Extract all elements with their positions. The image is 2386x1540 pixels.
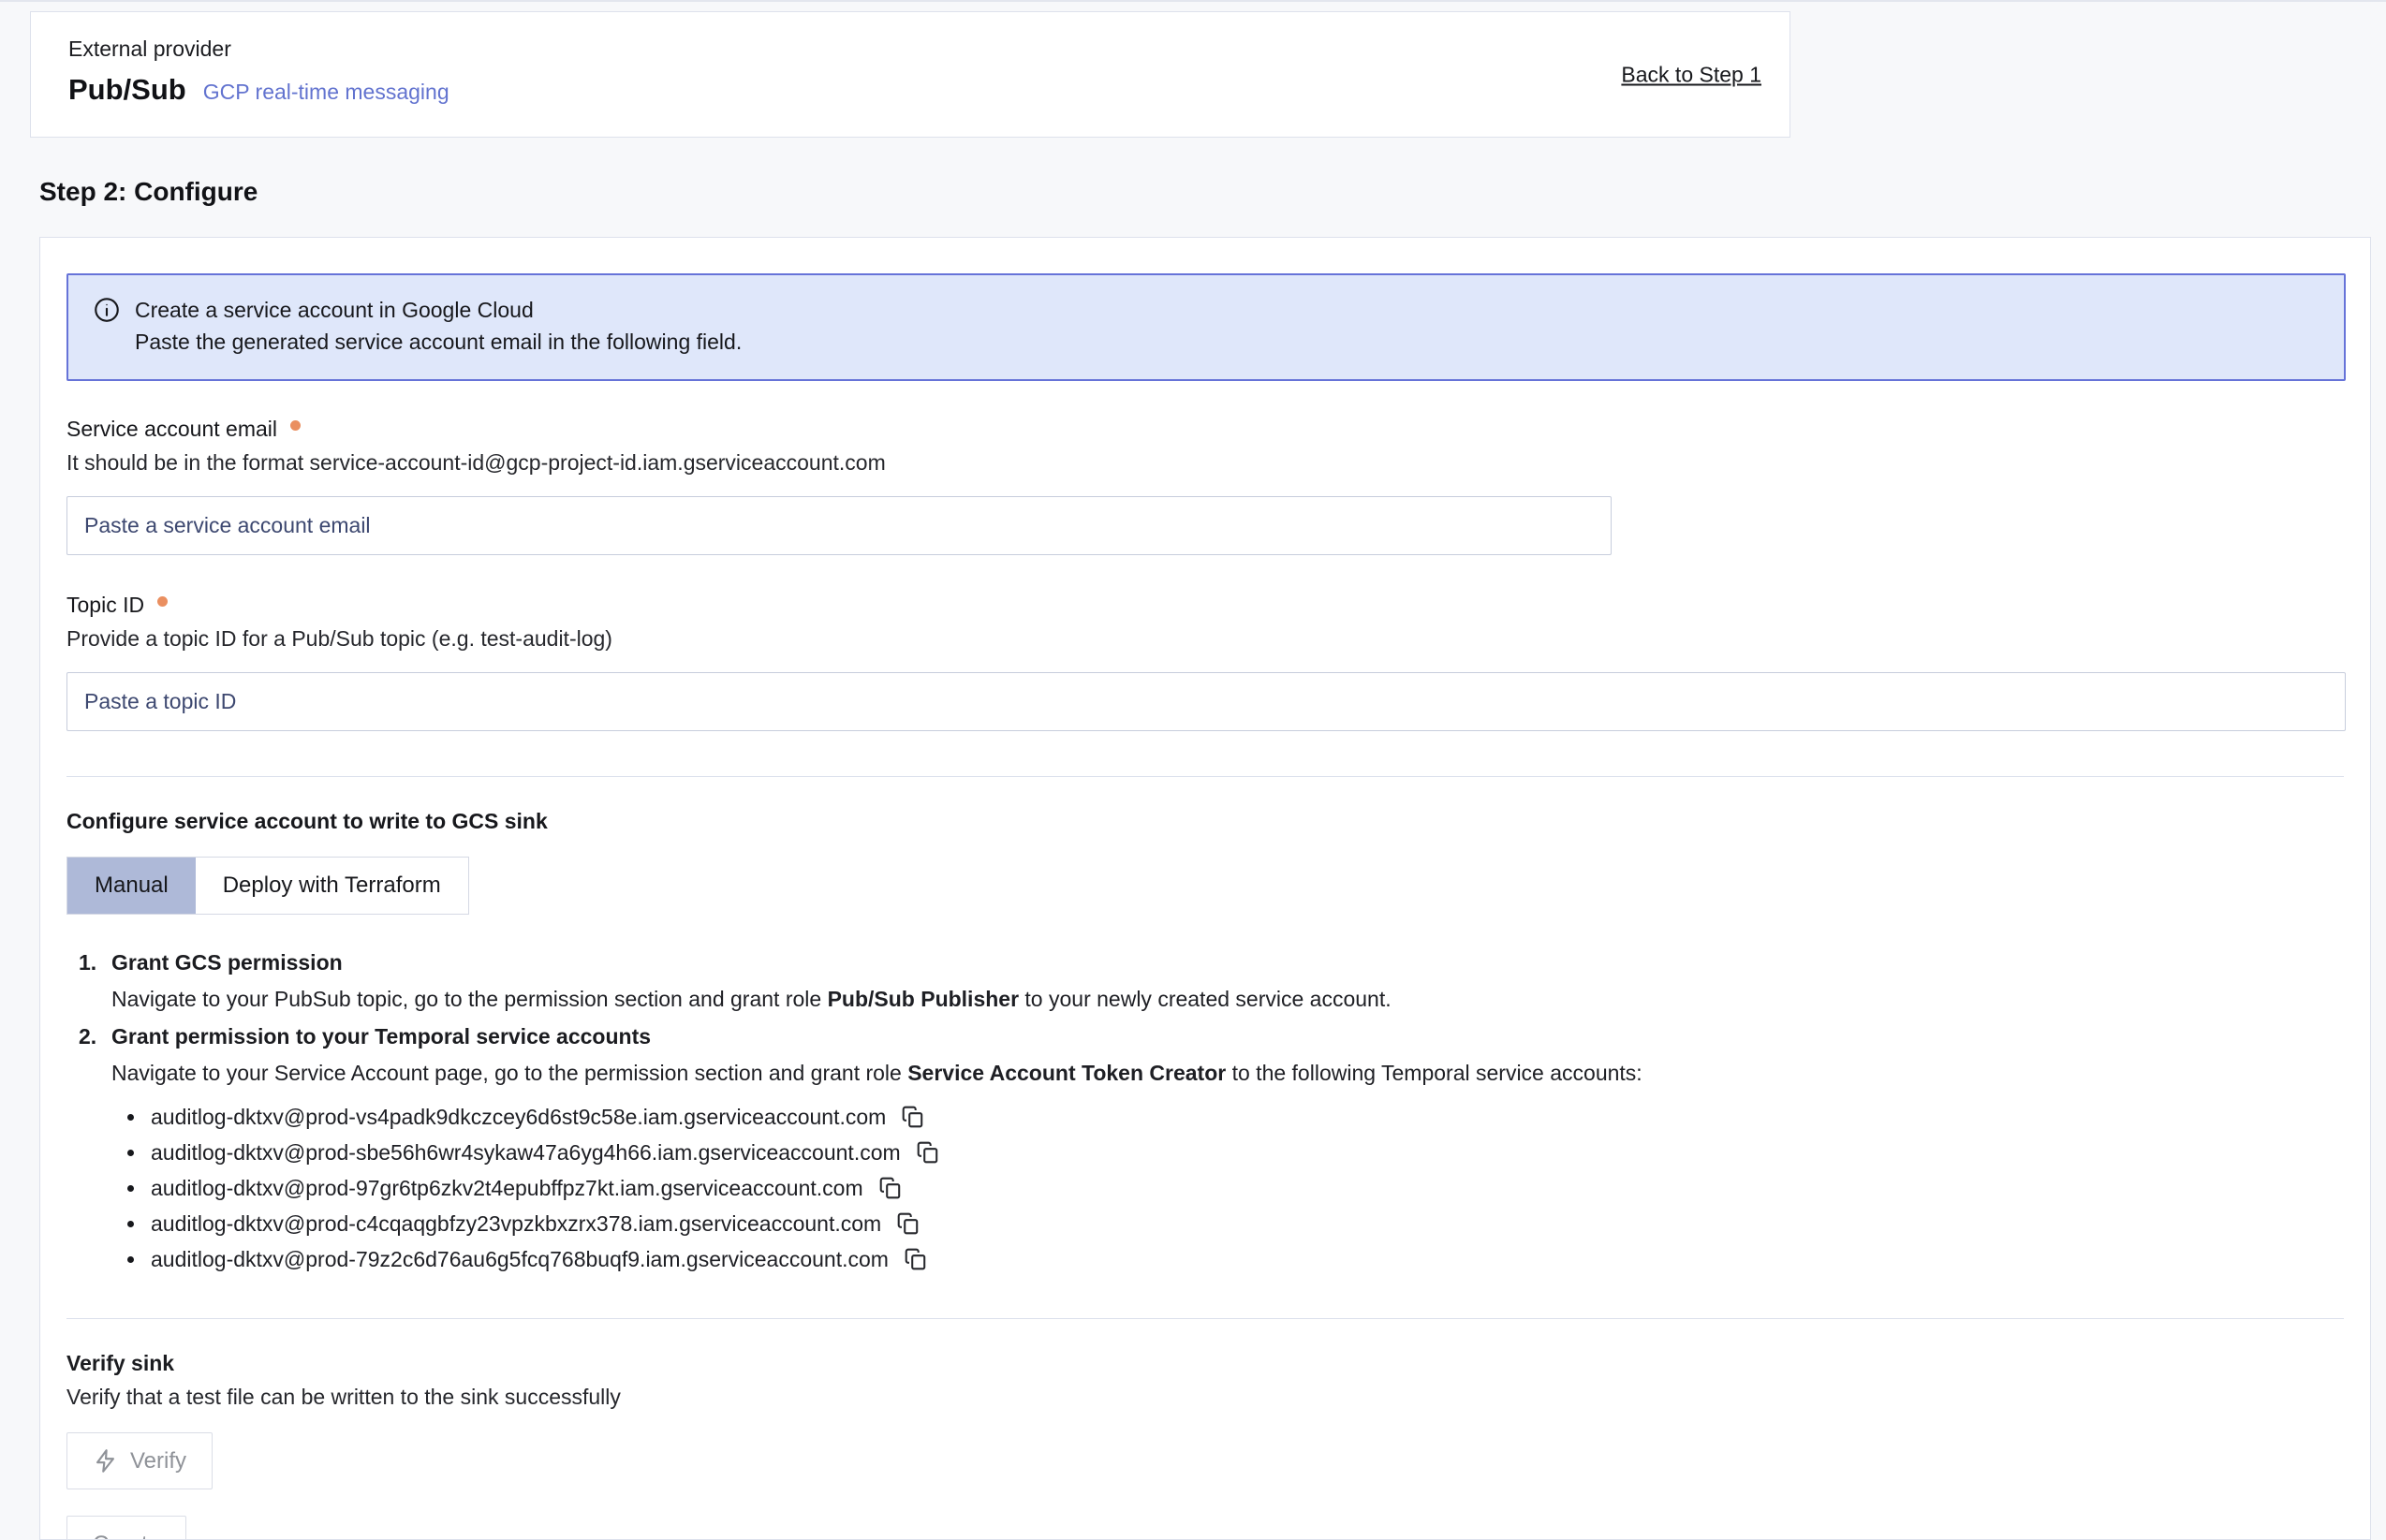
copy-icon[interactable] xyxy=(876,1173,906,1203)
tab-deploy-with-terraform[interactable]: Deploy with Terraform xyxy=(196,858,468,914)
info-banner-body: Paste the generated service account emai… xyxy=(135,325,742,359)
required-dot xyxy=(157,596,168,607)
step-grant-gcs-permission: 1. Grant GCS permission Navigate to your… xyxy=(79,948,2344,1014)
list-item: auditlog-dktxv@prod-c4cqaqgbfzy23vpzkbxz… xyxy=(127,1206,2344,1241)
step-body: Navigate to your PubSub topic, go to the… xyxy=(111,985,2344,1014)
service-account-email-label: Service account email xyxy=(66,417,277,442)
copy-icon[interactable] xyxy=(898,1102,928,1132)
instruction-steps: 1. Grant GCS permission Navigate to your… xyxy=(79,948,2344,1277)
back-to-step-1-link[interactable]: Back to Step 1 xyxy=(1621,62,1761,87)
verify-sink-title: Verify sink xyxy=(66,1351,2344,1376)
list-item: auditlog-dktxv@prod-79z2c6d76au6g5fcq768… xyxy=(127,1241,2344,1277)
service-account-email: auditlog-dktxv@prod-c4cqaqgbfzy23vpzkbxz… xyxy=(151,1211,881,1237)
sink-config-tabs: Manual Deploy with Terraform xyxy=(66,857,469,915)
topic-id-label: Topic ID xyxy=(66,593,144,618)
list-item: auditlog-dktxv@prod-sbe56h6wr4sykaw47a6y… xyxy=(127,1135,2344,1170)
topic-id-helper: Provide a topic ID for a Pub/Sub topic (… xyxy=(66,626,2344,652)
configure-card: Create a service account in Google Cloud… xyxy=(39,237,2371,1540)
bullet-dot xyxy=(127,1150,134,1156)
service-account-email-helper: It should be in the format service-accou… xyxy=(66,450,2344,476)
configure-section-title: Configure service account to write to GC… xyxy=(66,809,2344,834)
section-divider xyxy=(66,776,2344,777)
page-title: Step 2: Configure xyxy=(39,177,2386,207)
service-account-email: auditlog-dktxv@prod-sbe56h6wr4sykaw47a6y… xyxy=(151,1140,901,1166)
step-number: 2. xyxy=(79,1022,111,1051)
info-banner: Create a service account in Google Cloud… xyxy=(66,273,2346,381)
tab-manual[interactable]: Manual xyxy=(67,858,196,914)
provider-card-label: External provider xyxy=(68,37,1752,62)
service-account-list: auditlog-dktxv@prod-vs4padk9dkczcey6d6st… xyxy=(127,1099,2344,1277)
copy-icon[interactable] xyxy=(913,1137,943,1167)
info-banner-title: Create a service account in Google Cloud xyxy=(135,295,742,325)
step-title: Grant GCS permission xyxy=(111,948,343,977)
service-account-email: auditlog-dktxv@prod-vs4padk9dkczcey6d6st… xyxy=(151,1105,886,1130)
bullet-dot xyxy=(127,1256,134,1263)
provider-card: External provider Pub/Sub GCP real-time … xyxy=(30,11,1790,138)
service-account-email: auditlog-dktxv@prod-97gr6tp6zkv2t4epubff… xyxy=(151,1176,863,1201)
verify-button[interactable]: Verify xyxy=(66,1432,213,1489)
list-item: auditlog-dktxv@prod-97gr6tp6zkv2t4epubff… xyxy=(127,1170,2344,1206)
bullet-dot xyxy=(127,1185,134,1192)
role-name: Pub/Sub Publisher xyxy=(828,987,1019,1011)
bullet-dot xyxy=(127,1114,134,1121)
verify-sink-helper: Verify that a test file can be written t… xyxy=(66,1385,2344,1410)
info-circle-icon xyxy=(93,296,121,324)
step-title: Grant permission to your Temporal servic… xyxy=(111,1022,651,1051)
copy-icon[interactable] xyxy=(893,1209,923,1239)
role-name: Service Account Token Creator xyxy=(907,1061,1226,1085)
copy-icon[interactable] xyxy=(901,1244,931,1274)
step-grant-temporal-permission: 2. Grant permission to your Temporal ser… xyxy=(79,1022,2344,1277)
section-divider xyxy=(66,1318,2344,1319)
provider-name: Pub/Sub xyxy=(68,73,186,107)
service-account-email-input[interactable] xyxy=(66,496,1612,555)
create-button[interactable]: Create xyxy=(66,1516,186,1540)
topic-id-input[interactable] xyxy=(66,672,2346,731)
provider-description: GCP real-time messaging xyxy=(203,80,449,105)
service-account-email: auditlog-dktxv@prod-79z2c6d76au6g5fcq768… xyxy=(151,1247,889,1272)
lightning-bolt-icon xyxy=(93,1448,118,1474)
list-item: auditlog-dktxv@prod-vs4padk9dkczcey6d6st… xyxy=(127,1099,2344,1135)
step-body: Navigate to your Service Account page, g… xyxy=(111,1059,2344,1088)
required-dot xyxy=(290,420,301,431)
bullet-dot xyxy=(127,1221,134,1227)
step-number: 1. xyxy=(79,948,111,977)
